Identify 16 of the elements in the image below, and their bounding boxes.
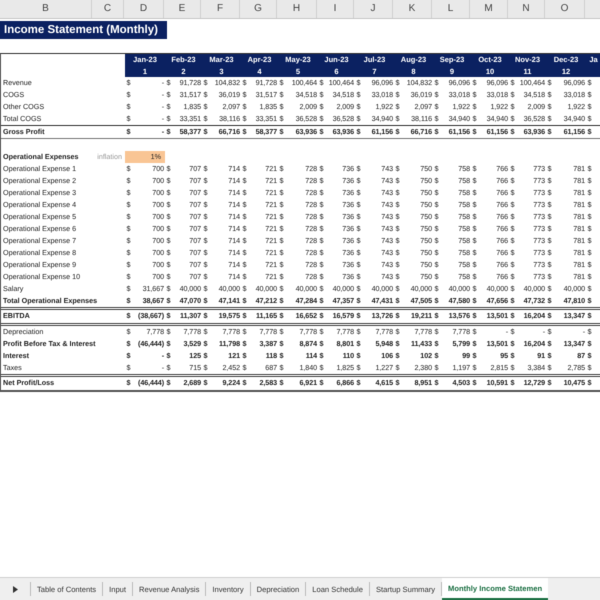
column-letter[interactable]: H [277,0,317,18]
column-letter[interactable]: I [317,0,354,18]
column-letter[interactable]: E [164,0,201,18]
column-letter[interactable]: N [508,0,545,18]
column-letter[interactable]: B [0,0,92,18]
column-letter[interactable]: F [201,0,240,18]
column-letter[interactable]: M [470,0,508,18]
scroll-right-icon[interactable] [12,586,18,592]
column-letter[interactable]: O [545,0,585,18]
column-letter[interactable]: C [92,0,124,18]
column-letter[interactable]: L [432,0,470,18]
column-letter[interactable]: G [240,0,277,18]
column-letter[interactable]: K [393,0,432,18]
sheet-title: Income Statement (Monthly) [0,21,167,39]
column-letter[interactable]: J [354,0,393,18]
column-letter[interactable]: D [124,0,164,18]
